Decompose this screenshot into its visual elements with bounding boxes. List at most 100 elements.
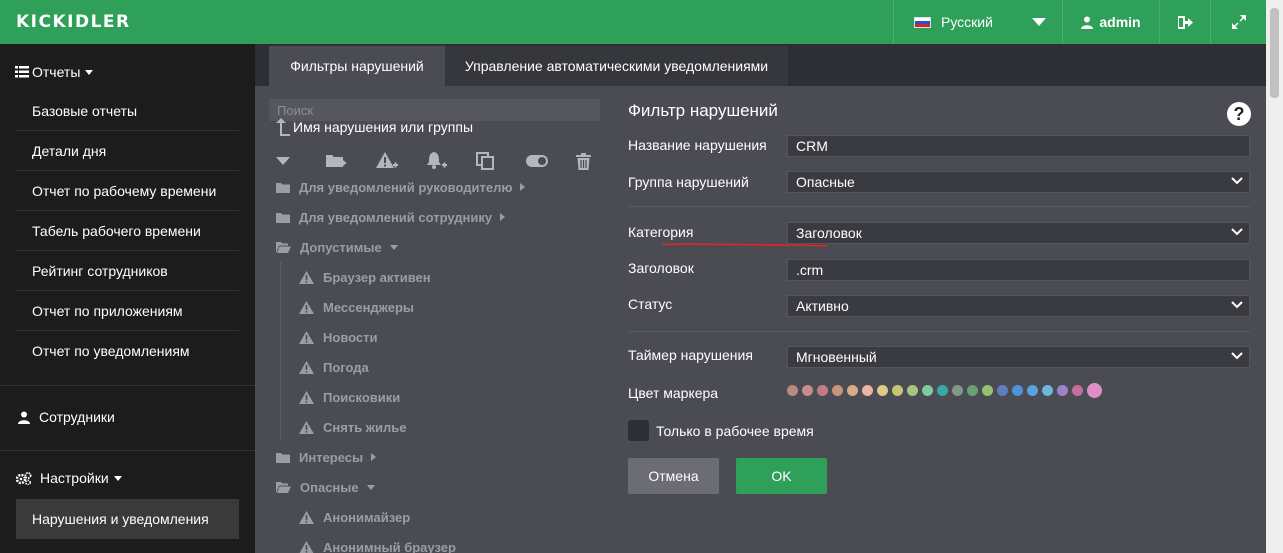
tree-folder-manager-notifications[interactable]: Для уведомлений руководителю	[276, 177, 526, 197]
status-label: Статус	[628, 296, 673, 312]
tree-row-label: Браузер активен	[323, 269, 431, 285]
sidebar-reports-header[interactable]: Отчеты	[15, 64, 94, 80]
copy-button[interactable]	[476, 150, 526, 172]
logout-button[interactable]	[1160, 0, 1210, 44]
color-swatch[interactable]	[1042, 385, 1053, 396]
tree-item-news[interactable]: Новости	[299, 327, 378, 347]
tree-item-anonymous-browser[interactable]: Анонимный браузер	[299, 537, 456, 553]
tree-item-browser-active[interactable]: Браузер активен	[299, 267, 431, 287]
color-swatch[interactable]	[847, 385, 858, 396]
toggle-button[interactable]	[526, 150, 576, 172]
color-swatch[interactable]	[922, 385, 933, 396]
user-menu[interactable]: admin	[1063, 0, 1159, 44]
status-select[interactable]: Активно	[787, 295, 1250, 317]
folder-open-icon	[276, 241, 291, 253]
ok-button[interactable]: OK	[736, 458, 827, 494]
heading-input[interactable]: .crm	[787, 259, 1250, 281]
color-swatch[interactable]	[1012, 385, 1023, 396]
tree-row-label: Анонимный браузер	[323, 539, 456, 553]
expand-icon	[1231, 15, 1246, 29]
delete-button[interactable]	[576, 150, 626, 172]
color-swatch[interactable]	[967, 385, 978, 396]
sidebar-item-employee-rating[interactable]: Рейтинг сотрудников	[16, 251, 239, 291]
add-notification-button[interactable]	[426, 150, 476, 172]
sidebar-item-day-details[interactable]: Детали дня	[16, 131, 239, 171]
scroll-thumb[interactable]	[1270, 8, 1279, 98]
sidebar-item-label: Отчет по уведомлениям	[32, 343, 190, 359]
timer-select[interactable]: Мгновенный	[787, 346, 1250, 368]
color-swatch[interactable]	[907, 385, 918, 396]
color-swatch[interactable]	[892, 385, 903, 396]
tree-folder-dangerous[interactable]: Опасные	[276, 477, 375, 497]
language-select[interactable]: Русский	[894, 0, 1062, 44]
color-swatch[interactable]	[1087, 383, 1102, 398]
tree-row-label: Мессенджеры	[323, 299, 414, 315]
sidebar-item-notification-report[interactable]: Отчет по уведомлениям	[16, 331, 239, 371]
category-select[interactable]: Заголовок	[787, 222, 1250, 244]
sidebar-employees[interactable]: Сотрудники	[18, 409, 115, 425]
chevron-down-icon	[1231, 352, 1243, 360]
color-swatch[interactable]	[937, 385, 948, 396]
color-swatch[interactable]	[862, 385, 873, 396]
tree-item-messengers[interactable]: Мессенджеры	[299, 297, 414, 317]
color-swatch[interactable]	[982, 385, 993, 396]
expand-all-button[interactable]	[276, 150, 326, 172]
sidebar-item-app-report[interactable]: Отчет по приложениям	[16, 291, 239, 331]
caret-right-icon	[500, 213, 506, 221]
tree-toolbar	[276, 150, 626, 172]
workhours-checkbox[interactable]	[628, 420, 649, 441]
color-swatch[interactable]	[877, 385, 888, 396]
tree-item-rent-housing[interactable]: Снять жилье	[299, 417, 406, 437]
color-swatch[interactable]	[802, 385, 813, 396]
sidebar-item-timesheet[interactable]: Табель рабочего времени	[16, 211, 239, 251]
warning-icon	[299, 510, 314, 524]
color-swatch[interactable]	[1027, 385, 1038, 396]
bell-plus-icon	[427, 152, 447, 169]
violation-group-select[interactable]: Опасные	[787, 171, 1250, 193]
sidebar-item-worktime-report[interactable]: Отчет по рабочему времени	[16, 171, 239, 211]
sidebar-divider	[0, 450, 255, 451]
fullscreen-button[interactable]	[1211, 0, 1266, 44]
tab-auto-notifications[interactable]: Управление автоматическими уведомлениями	[445, 46, 788, 86]
page-scrollbar[interactable]	[1266, 0, 1283, 553]
color-swatch[interactable]	[817, 385, 828, 396]
color-swatch[interactable]	[997, 385, 1008, 396]
tree-item-anonymizer[interactable]: Анонимайзер	[299, 507, 410, 527]
sidebar-item-basic-reports[interactable]: Базовые отчеты	[16, 91, 239, 131]
trash-icon	[576, 152, 591, 170]
color-swatch[interactable]	[787, 385, 798, 396]
tree-folder-interests[interactable]: Интересы	[276, 447, 377, 467]
tree-row-label: Новости	[323, 329, 378, 345]
tree-item-weather[interactable]: Погода	[299, 357, 369, 377]
violation-name-input[interactable]: CRM	[787, 135, 1250, 157]
tree-item-search-engines[interactable]: Поисковики	[299, 387, 400, 407]
russia-flag-icon	[914, 16, 931, 28]
warning-icon	[299, 390, 314, 404]
color-swatch[interactable]	[1072, 385, 1083, 396]
cancel-button[interactable]: Отмена	[628, 458, 719, 494]
folder-icon	[276, 452, 290, 463]
help-button[interactable]: ?	[1227, 102, 1251, 126]
sidebar-item-label: Базовые отчеты	[32, 102, 138, 119]
tab-violation-filters[interactable]: Фильтры нарушений	[269, 46, 445, 86]
sidebar-settings-label: Настройки	[40, 470, 109, 486]
red-underline-annotation	[662, 243, 828, 247]
folder-icon	[276, 212, 290, 223]
tree-folder-allowed[interactable]: Допустимые	[276, 237, 398, 257]
add-folder-button[interactable]	[326, 150, 376, 172]
tree-folder-employee-notifications[interactable]: Для уведомлений сотруднику	[276, 207, 506, 227]
kickidler-logo[interactable]: KICKIDLER	[16, 12, 131, 32]
list-icon	[15, 66, 29, 78]
caret-down-icon	[366, 484, 375, 490]
category-label: Категория	[628, 224, 694, 240]
tab-label: Фильтры нарушений	[290, 58, 424, 74]
color-swatch[interactable]	[832, 385, 843, 396]
color-swatch[interactable]	[952, 385, 963, 396]
level-up-icon	[276, 118, 290, 136]
sidebar-settings-header[interactable]: Настройки	[16, 470, 122, 486]
language-label: Русский	[941, 14, 993, 30]
form-separator	[628, 206, 1250, 207]
sidebar-item-violations-notifications[interactable]: Нарушения и уведомления	[16, 499, 239, 539]
add-violation-button[interactable]	[376, 150, 426, 172]
color-swatch[interactable]	[1057, 385, 1068, 396]
